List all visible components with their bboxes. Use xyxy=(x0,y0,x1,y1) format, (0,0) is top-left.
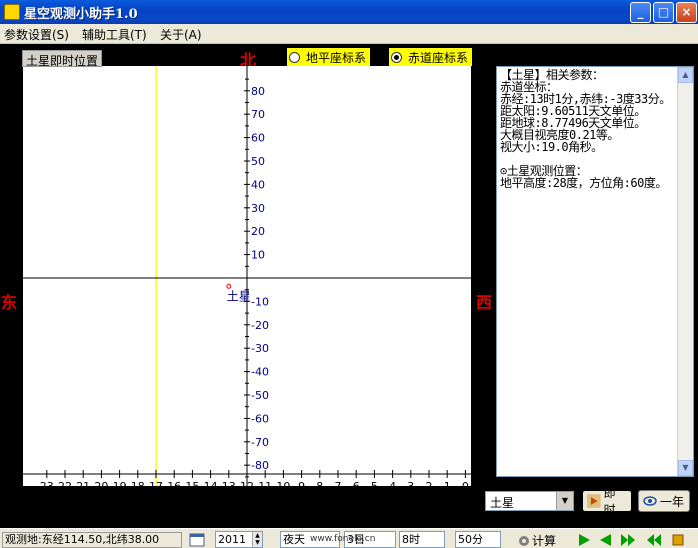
sky-panel-label: 土星即时位置 xyxy=(22,50,103,68)
menu-bar: 参数设置(S) 辅助工具(T) 关于(A) xyxy=(0,24,698,44)
info-panel[interactable]: 【土星】相关参数： 赤道坐标： 赤经:13时1分,赤纬:-3度33分。 距太阳:9.6… xyxy=(496,66,694,477)
hour-value: 8时 xyxy=(402,533,420,546)
dec-tick-label: -70 xyxy=(251,436,269,449)
ra-tick-label: 17 xyxy=(149,480,163,486)
ra-tick-label: 23 xyxy=(40,480,54,486)
status-bar: 观测地:东经114.50,北纬38.00 2011 ▲ ▼ 夜天 3日 8时 50… xyxy=(0,528,698,548)
dec-tick-label: 60 xyxy=(251,132,265,145)
minute-field[interactable]: 50分 xyxy=(455,531,501,548)
ra-tick-label: 10 xyxy=(276,480,290,486)
calculate-button[interactable]: 计算 xyxy=(516,532,556,548)
ra-tick-label: 3 xyxy=(407,480,414,486)
ra-tick-label: 12 xyxy=(240,480,254,486)
stop-icon[interactable] xyxy=(670,533,686,547)
hour-field[interactable]: 8时 xyxy=(399,531,445,548)
ra-tick-label: 8 xyxy=(316,480,323,486)
dec-tick-label: -80 xyxy=(251,459,269,472)
dec-tick-label: -40 xyxy=(251,366,269,379)
menu-tools[interactable]: 辅助工具(T) xyxy=(82,26,147,43)
fast-forward-icon[interactable] xyxy=(620,533,636,547)
dec-tick-label: -60 xyxy=(251,412,269,425)
ra-tick-label: 13 xyxy=(222,480,236,486)
ra-tick-label: 11 xyxy=(258,480,272,486)
gear-icon xyxy=(519,535,529,546)
info-scrollbar[interactable]: ▲ ▼ xyxy=(677,67,693,476)
dec-tick-label: -10 xyxy=(251,295,269,308)
scroll-down-icon[interactable]: ▼ xyxy=(678,460,693,476)
dec-tick-label: -50 xyxy=(251,389,269,402)
year-value: 2011 xyxy=(218,533,246,546)
saturn-label: 土星 xyxy=(227,289,251,303)
radio-indicator-horizon xyxy=(289,52,300,63)
ra-tick-label: 22 xyxy=(58,480,72,486)
orbit-icon xyxy=(643,496,657,506)
ra-tick-label: 4 xyxy=(389,480,396,486)
month-value: 夜天 xyxy=(283,533,305,546)
dec-tick-label: 30 xyxy=(251,202,265,215)
dec-tick-label: 50 xyxy=(251,155,265,168)
east-label: 东 xyxy=(1,293,18,312)
dec-tick-label: 80 xyxy=(251,85,265,98)
dec-tick-label: -30 xyxy=(251,342,269,355)
title-bar: 星空观测小助手1.0 _ □ × xyxy=(0,0,698,24)
equatorial-coords-radio[interactable]: 赤道座标系 xyxy=(389,48,473,66)
ra-tick-label: 21 xyxy=(76,480,90,486)
calculate-label: 计算 xyxy=(532,534,557,548)
one-year-button-label: 一年 xyxy=(660,494,685,509)
sky-chart-svg: 8070605040302010-10-20-30-40-50-60-70-80… xyxy=(23,66,471,486)
play-forward-icon[interactable] xyxy=(576,533,592,547)
year-field[interactable]: 2011 ▲ ▼ xyxy=(215,531,263,548)
close-button[interactable]: × xyxy=(676,2,697,23)
ra-tick-label: 14 xyxy=(204,480,218,486)
saturn-marker xyxy=(226,283,232,289)
horizon-coords-radio[interactable]: 地平座标系 xyxy=(287,48,371,66)
ra-tick-label: 0 xyxy=(462,480,469,486)
one-year-button[interactable]: 一年 xyxy=(638,490,690,512)
equatorial-coords-label: 赤道座标系 xyxy=(408,51,469,65)
minimize-button[interactable]: _ xyxy=(630,2,651,23)
calendar-icon[interactable] xyxy=(189,532,205,547)
ra-tick-label: 9 xyxy=(298,480,305,486)
maximize-button[interactable]: □ xyxy=(653,2,674,23)
ra-tick-label: 19 xyxy=(113,480,127,486)
scroll-up-icon[interactable]: ▲ xyxy=(678,67,693,83)
ra-tick-label: 6 xyxy=(353,480,360,486)
ra-tick-label: 16 xyxy=(167,480,181,486)
dec-tick-label: 10 xyxy=(251,249,265,262)
sky-chart[interactable]: 80 70 60 50 40 30 20 10 -10 -20 -30 -40 -50 -60 -70 -80… xyxy=(23,66,471,486)
planet-select-value: 土星 xyxy=(490,496,515,510)
minute-value: 50分 xyxy=(458,533,483,546)
now-button-label: 即时 xyxy=(603,486,616,517)
year-spinner[interactable]: ▲ ▼ xyxy=(252,532,262,547)
ra-tick-label: 18 xyxy=(131,480,145,486)
dec-tick-label: 40 xyxy=(251,178,265,191)
ra-tick-label: 20 xyxy=(94,480,108,486)
rewind-icon[interactable] xyxy=(646,533,662,547)
step-back-icon[interactable] xyxy=(598,533,614,547)
menu-settings[interactable]: 参数设置(S) xyxy=(4,26,69,43)
ra-tick-label: 1 xyxy=(444,480,451,486)
dec-tick-label: -20 xyxy=(251,319,269,332)
ra-tick-label: 7 xyxy=(335,480,342,486)
planet-select[interactable]: 土星 ▼ xyxy=(485,491,574,511)
info-text: 【土星】相关参数： 赤道坐标： 赤经:13时1分,赤纬:-3度33分。 距太阳:9.6… xyxy=(500,69,678,189)
ra-tick-label: 15 xyxy=(185,480,199,486)
west-label: 西 xyxy=(476,293,493,312)
window-title: 星空观测小助手1.0 xyxy=(24,7,138,22)
app-icon xyxy=(4,4,20,20)
ra-tick-label: 5 xyxy=(371,480,378,486)
now-button[interactable]: 即时 xyxy=(582,486,632,517)
observer-location: 观测地:东经114.50,北纬38.00 xyxy=(2,532,182,548)
radio-indicator-equatorial xyxy=(391,52,402,63)
watermark: www.fonelo.cn xyxy=(310,534,376,544)
menu-about[interactable]: 关于(A) xyxy=(160,26,202,43)
horizon-coords-label: 地平座标系 xyxy=(306,51,367,65)
ra-tick-label: 2 xyxy=(426,480,433,486)
info-line: 视大小:19.0角秒。 xyxy=(500,140,603,154)
play-icon xyxy=(587,494,601,508)
dec-tick-label: 20 xyxy=(251,225,265,238)
dec-tick-label: 70 xyxy=(251,108,265,121)
info-line: 地平高度:28度，方位角:60度。 xyxy=(500,176,667,190)
chevron-down-icon[interactable]: ▼ xyxy=(556,492,573,510)
